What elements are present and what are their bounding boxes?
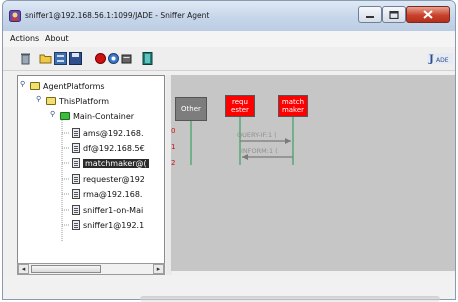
expand-agentplatforms-icon[interactable]: ⚲: [20, 80, 25, 88]
message-label-query-if[interactable]: QUERY-IF:1 (: [237, 131, 277, 139]
maximize-icon: [389, 10, 399, 19]
maximize-button[interactable]: [382, 6, 406, 23]
tree-node-thisplatform[interactable]: ThisPlatform: [46, 95, 109, 107]
agent-icon: [72, 158, 80, 168]
tree-label: AgentPlatforms: [43, 81, 105, 91]
scroll-thumb[interactable]: [31, 265, 101, 273]
message-label-inform[interactable]: INFORM:1 (: [241, 147, 278, 155]
menu-about[interactable]: About: [45, 34, 69, 43]
bin-icon[interactable]: [120, 52, 133, 65]
agent-icon: [72, 128, 80, 138]
expand-main-container-icon[interactable]: ⚲: [50, 110, 55, 118]
svg-text:J: J: [428, 54, 434, 65]
tree-agent-ams[interactable]: ams@192.168.: [72, 127, 144, 139]
tree-label: ams@192.168.: [83, 128, 144, 138]
title-bar[interactable]: sniffer1@192.168.56.1:1099/JADE - Sniffe…: [3, 1, 455, 31]
agent-icon: [72, 189, 80, 199]
tree-agent-matchmaker[interactable]: matchmaker@(: [72, 157, 149, 169]
jade-logo-icon: J ADE: [427, 53, 453, 65]
tree-node-main-container[interactable]: Main-Container: [60, 110, 134, 122]
minimize-button[interactable]: [358, 6, 382, 23]
tree-label: matchmaker@(: [83, 158, 149, 168]
tree-label: requester@192: [83, 174, 145, 184]
tree-label: rma@192.168.: [83, 189, 143, 199]
sequence-diagram: [190, 117, 294, 165]
window-shadow: [140, 296, 440, 302]
tree-agent-df[interactable]: df@192.168.5€: [72, 142, 145, 154]
svg-text:ADE: ADE: [436, 57, 449, 64]
save-icon[interactable]: [69, 52, 82, 65]
message-arrowhead-query-if: [285, 138, 291, 144]
exit-door-icon[interactable]: [141, 52, 154, 65]
tree-label: sniffer1-on-Mai: [83, 205, 144, 215]
tree-label: ThisPlatform: [59, 96, 110, 106]
open-folder-icon[interactable]: [39, 52, 52, 65]
tree-agent-rma[interactable]: rma@192.168.: [72, 188, 142, 200]
close-icon: [423, 10, 433, 19]
agent-icon: [72, 143, 80, 153]
scroll-right-icon[interactable]: ▸: [153, 264, 164, 274]
filter-icon[interactable]: [107, 52, 120, 65]
expand-thisplatform-icon[interactable]: ⚲: [36, 95, 41, 103]
minimize-icon: [366, 15, 374, 18]
tree-agent-sniffer1-on-main[interactable]: sniffer1-on-Mai: [72, 204, 143, 216]
tree-label: sniffer1@192.1: [83, 220, 145, 230]
tree-agent-requester[interactable]: requester@192: [72, 173, 145, 185]
trash-icon[interactable]: [19, 52, 32, 65]
window-title: sniffer1@192.168.56.1:1099/JADE - Sniffe…: [25, 11, 210, 20]
folder-icon: [30, 82, 40, 90]
agent-icon: [72, 174, 80, 184]
scroll-left-icon[interactable]: ◂: [18, 264, 29, 274]
toolbar: J ADE: [3, 47, 455, 71]
agent-tree[interactable]: ⚲ AgentPlatforms ⚲ ThisPlatform ⚲ Main-C…: [17, 75, 165, 271]
tree-label: df@192.168.5€: [83, 143, 145, 153]
menu-actions[interactable]: Actions: [10, 34, 39, 43]
tree-node-agentplatforms[interactable]: AgentPlatforms: [30, 80, 105, 92]
close-button[interactable]: [406, 6, 450, 23]
sniffer-window: sniffer1@192.168.56.1:1099/JADE - Sniffe…: [2, 0, 456, 300]
sniffer-canvas[interactable]: Other requ ester match maker 0 1 2 QUERY…: [171, 75, 455, 271]
swap-icon[interactable]: [54, 52, 67, 65]
record-icon[interactable]: [94, 52, 107, 65]
tree-horizontal-scrollbar[interactable]: ◂ ▸: [17, 263, 165, 275]
tree-agent-sniffer1[interactable]: sniffer1@192.1: [72, 219, 144, 231]
container-folder-icon: [60, 112, 70, 120]
sniffer-app-icon: [9, 10, 21, 22]
menu-bar: Actions About: [3, 31, 455, 47]
agent-icon: [72, 220, 80, 230]
agent-icon: [72, 205, 80, 215]
folder-icon: [46, 97, 56, 105]
tree-label: Main-Container: [73, 111, 135, 121]
